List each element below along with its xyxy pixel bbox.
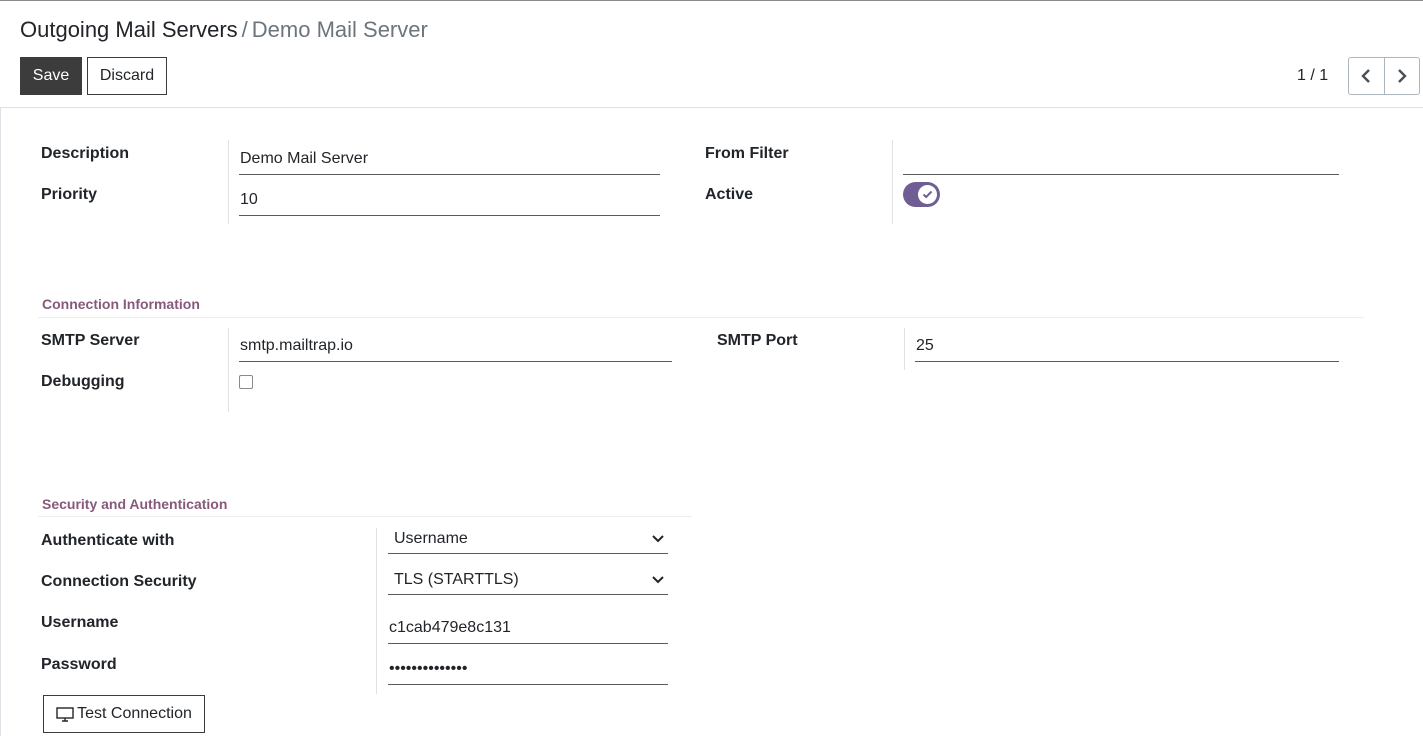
from-filter-label: From Filter (705, 145, 789, 162)
description-label: Description (41, 145, 130, 162)
smtp-server-label: SMTP Server (41, 332, 140, 349)
debugging-checkbox[interactable] (239, 375, 253, 389)
group-divider (228, 328, 229, 412)
connection-section-title: Connection Information (42, 296, 200, 312)
pager-nav (1348, 57, 1420, 95)
toggle-knob (918, 185, 937, 204)
test-connection-button[interactable]: Test Connection (43, 695, 205, 733)
username-field[interactable]: c1cab479e8c131 (388, 614, 668, 644)
priority-label: Priority (41, 186, 98, 203)
pager-next-button[interactable] (1383, 58, 1419, 94)
save-button[interactable]: Save (20, 57, 82, 95)
group-divider (228, 140, 229, 224)
discard-button[interactable]: Discard (87, 57, 167, 95)
breadcrumb-parent-link[interactable]: Outgoing Mail Servers (20, 17, 238, 42)
breadcrumb: Outgoing Mail Servers / Demo Mail Server (20, 17, 428, 43)
from-filter-field[interactable] (903, 145, 1339, 175)
breadcrumb-current: Demo Mail Server (251, 17, 428, 42)
connection-security-select[interactable]: TLS (STARTTLS) (388, 569, 668, 595)
connection-security-value: TLS (STARTTLS) (394, 570, 519, 588)
smtp-server-field[interactable]: smtp.mailtrap.io (239, 332, 672, 362)
breadcrumb-separator: / (241, 17, 248, 42)
chevron-left-icon (1361, 69, 1371, 83)
password-field[interactable]: •••••••••••••• (388, 655, 668, 685)
active-label: Active (705, 186, 754, 203)
password-label: Password (41, 656, 117, 673)
smtp-port-label: SMTP Port (717, 332, 798, 349)
control-panel: Outgoing Mail Servers / Demo Mail Server S… (0, 0, 1423, 108)
pager-value: 1 / 1 (1297, 67, 1329, 84)
section-divider (38, 516, 692, 517)
security-section-title: Security and Authentication (42, 496, 228, 512)
section-divider (38, 317, 1364, 318)
chevron-right-icon (1398, 69, 1407, 83)
group-divider (376, 528, 377, 694)
group-divider (904, 328, 905, 370)
chevron-down-icon (652, 575, 664, 583)
check-icon (922, 190, 933, 199)
connection-security-label: Connection Security (41, 573, 197, 590)
active-toggle[interactable] (903, 182, 940, 207)
group-divider (892, 140, 893, 224)
description-field[interactable]: Demo Mail Server (239, 145, 660, 175)
smtp-port-field[interactable]: 25 (915, 332, 1339, 362)
priority-field[interactable]: 10 (239, 186, 660, 216)
debugging-label: Debugging (41, 373, 125, 390)
monitor-icon (56, 707, 74, 722)
pager-previous-button[interactable] (1349, 58, 1384, 94)
authenticate-with-label: Authenticate with (41, 532, 175, 549)
authenticate-with-value: Username (394, 529, 468, 547)
test-connection-label: Test Connection (77, 705, 192, 722)
username-label: Username (41, 614, 119, 631)
chevron-down-icon (652, 534, 664, 542)
authenticate-with-select[interactable]: Username (388, 528, 668, 554)
